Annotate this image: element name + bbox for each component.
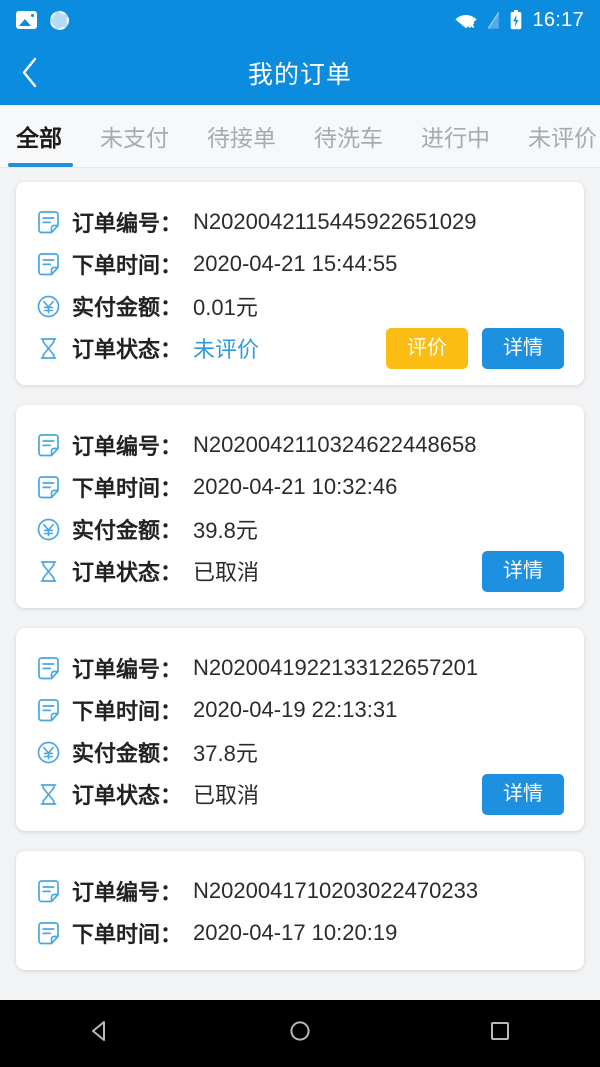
order-status-label: 订单状态： xyxy=(72,783,183,808)
note-icon xyxy=(36,210,61,235)
order-time-label: 下单时间： xyxy=(72,476,183,501)
order-time-value: 2020-04-21 10:32:46 xyxy=(193,474,398,499)
status-bar-right: 16:17 xyxy=(455,9,584,32)
order-status-row: 订单状态： 未评价 评价 详情 xyxy=(36,327,564,369)
order-amount-row: 实付金额： 0.01元 xyxy=(36,285,564,327)
tab-unreviewed[interactable]: 未评价 xyxy=(509,105,600,167)
order-amount-label: 实付金额： xyxy=(72,741,183,766)
yuan-currency-icon xyxy=(36,740,61,765)
detail-button[interactable]: 详情 xyxy=(482,327,564,369)
order-time-row: 下单时间： 2020-04-21 15:44:55 xyxy=(36,243,564,285)
recents-square-icon xyxy=(487,1018,513,1049)
order-number-row: 订单编号： N2020041710203022470233 xyxy=(36,870,564,912)
note-icon xyxy=(36,921,61,946)
order-amount-label: 实付金额： xyxy=(72,295,183,320)
hourglass-icon xyxy=(36,336,61,361)
app-root: 16:17 我的订单 全部 未支付 待接单 待洗车 进行中 未评价 订单编号： … xyxy=(0,0,600,1067)
order-status-value: 未评价 xyxy=(193,337,260,362)
note-icon xyxy=(36,433,61,458)
detail-button[interactable]: 详情 xyxy=(482,773,564,815)
note-icon xyxy=(36,698,61,723)
order-number-row: 订单编号： N2020042110324622448658 xyxy=(36,424,564,466)
order-time-value: 2020-04-21 15:44:55 xyxy=(193,251,398,276)
order-status-value: 已取消 xyxy=(193,560,260,585)
order-number-value: N2020042115445922651029 xyxy=(193,209,477,234)
nav-recents-button[interactable] xyxy=(455,1000,545,1067)
order-number-label: 订单编号： xyxy=(72,211,183,236)
order-card[interactable]: 订单编号： N2020041922133122657201 下单时间： 2020… xyxy=(16,628,584,831)
order-number-label: 订单编号： xyxy=(72,880,183,905)
order-time-value: 2020-04-17 10:20:19 xyxy=(193,920,398,945)
order-status-label: 订单状态： xyxy=(72,560,183,585)
yuan-currency-icon xyxy=(36,517,61,542)
order-time-label: 下单时间： xyxy=(72,253,183,278)
order-number-row: 订单编号： N2020041922133122657201 xyxy=(36,647,564,689)
order-status-value: 已取消 xyxy=(193,783,260,808)
order-actions: 详情 xyxy=(482,773,564,815)
order-number-label: 订单编号： xyxy=(72,657,183,682)
order-actions: 详情 xyxy=(482,550,564,592)
review-button[interactable]: 评价 xyxy=(386,327,468,369)
note-icon xyxy=(36,475,61,500)
order-amount-value: 39.8元 xyxy=(193,518,258,543)
order-number-value: N2020041710203022470233 xyxy=(193,878,479,903)
order-time-label: 下单时间： xyxy=(72,922,183,947)
order-card[interactable]: 订单编号： N2020041710203022470233 下单时间： 2020… xyxy=(16,851,584,970)
order-amount-row: 实付金额： 39.8元 xyxy=(36,508,564,550)
status-bar-left xyxy=(16,10,69,30)
order-time-row: 下单时间： 2020-04-17 10:20:19 xyxy=(36,912,564,954)
hourglass-icon xyxy=(36,559,61,584)
order-number-value: N2020041922133122657201 xyxy=(193,655,479,680)
sync-icon xyxy=(50,10,69,30)
nav-back-button[interactable] xyxy=(55,1000,145,1067)
status-bar-clock: 16:17 xyxy=(532,8,584,31)
sim-card-icon xyxy=(487,11,500,30)
page-title: 我的订单 xyxy=(247,60,352,89)
photo-icon xyxy=(16,11,37,29)
tab-pending-wash[interactable]: 待洗车 xyxy=(295,105,402,167)
order-time-label: 下单时间： xyxy=(72,699,183,724)
tab-pending-accept[interactable]: 待接单 xyxy=(188,105,295,167)
android-navigation-bar xyxy=(0,1000,600,1067)
order-number-label: 订单编号： xyxy=(72,434,183,459)
tab-unpaid[interactable]: 未支付 xyxy=(81,105,188,167)
tab-in-progress[interactable]: 进行中 xyxy=(402,105,509,167)
order-amount-value: 0.01元 xyxy=(193,295,258,320)
order-number-value: N2020042110324622448658 xyxy=(193,432,477,457)
status-bar: 16:17 xyxy=(0,0,600,40)
note-icon xyxy=(36,656,61,681)
battery-charging-icon xyxy=(510,10,522,30)
note-icon xyxy=(36,252,61,277)
order-number-row: 订单编号： N2020042115445922651029 xyxy=(36,201,564,243)
order-status-row: 订单状态： 已取消 详情 xyxy=(36,773,564,815)
nav-home-button[interactable] xyxy=(255,1000,345,1067)
order-time-row: 下单时间： 2020-04-19 22:13:31 xyxy=(36,689,564,731)
detail-button[interactable]: 详情 xyxy=(482,550,564,592)
back-triangle-icon xyxy=(87,1018,113,1049)
note-icon xyxy=(36,879,61,904)
order-list[interactable]: 订单编号： N2020042115445922651029 下单时间： 2020… xyxy=(0,168,600,1067)
order-amount-value: 37.8元 xyxy=(193,741,258,766)
order-time-row: 下单时间： 2020-04-21 10:32:46 xyxy=(36,466,564,508)
wifi-disconnected-icon xyxy=(455,12,478,29)
order-time-value: 2020-04-19 22:13:31 xyxy=(193,697,398,722)
order-card[interactable]: 订单编号： N2020042110324622448658 下单时间： 2020… xyxy=(16,405,584,608)
tab-all[interactable]: 全部 xyxy=(0,105,81,167)
chevron-left-icon xyxy=(21,57,38,88)
order-status-label: 订单状态： xyxy=(72,337,183,362)
hourglass-icon xyxy=(36,782,61,807)
order-amount-label: 实付金额： xyxy=(72,518,183,543)
order-card[interactable]: 订单编号： N2020042115445922651029 下单时间： 2020… xyxy=(16,182,584,385)
app-header: 我的订单 xyxy=(0,40,600,105)
yuan-currency-icon xyxy=(36,294,61,319)
order-status-tabbar[interactable]: 全部 未支付 待接单 待洗车 进行中 未评价 xyxy=(0,105,600,168)
back-button[interactable] xyxy=(0,40,58,105)
order-amount-row: 实付金额： 37.8元 xyxy=(36,731,564,773)
order-status-row: 订单状态： 已取消 详情 xyxy=(36,550,564,592)
order-actions: 评价 详情 xyxy=(386,327,564,369)
home-circle-icon xyxy=(287,1018,313,1049)
